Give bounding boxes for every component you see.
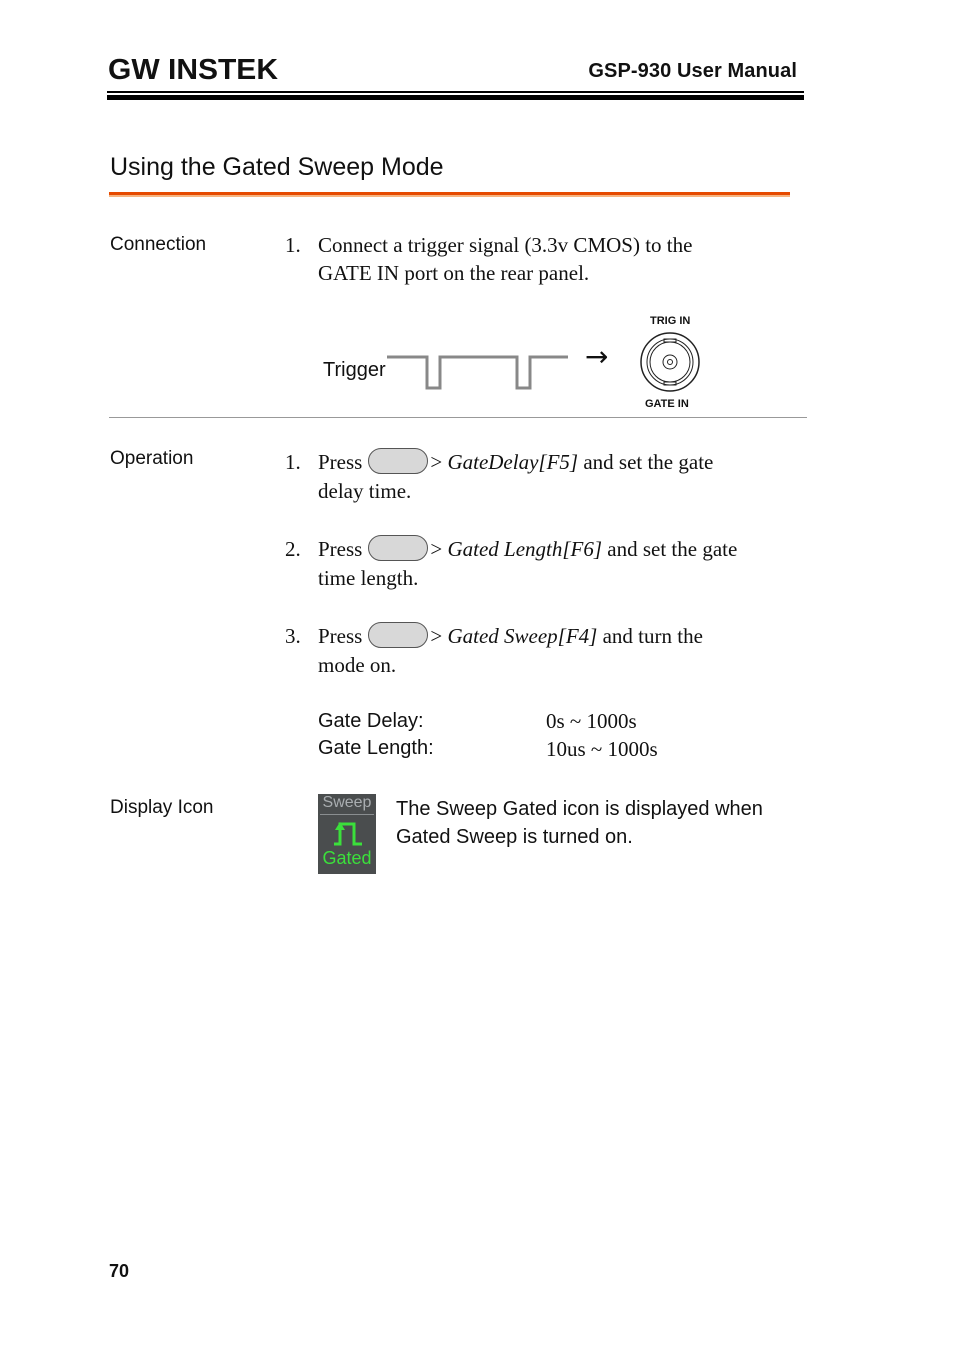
display-icon-label: Display Icon bbox=[110, 797, 214, 818]
spec-label-gate-length: Gate Length: bbox=[318, 737, 434, 759]
press-text: Press bbox=[318, 450, 363, 474]
waveform-line bbox=[387, 355, 568, 390]
step-rest: and set the gate bbox=[602, 537, 738, 561]
step-number: 3. bbox=[285, 624, 301, 648]
header-rule-thin bbox=[107, 91, 804, 93]
step-line1: Press > GateDelay[F5] and set the gate bbox=[318, 448, 798, 477]
brand-logo-icon: GW INSTEK bbox=[108, 54, 278, 86]
section-title: Using the Gated Sweep Mode bbox=[110, 153, 444, 181]
step-text-line2: GATE IN port on the rear panel. bbox=[318, 261, 590, 285]
sweep-gated-icon: Sweep Gated bbox=[318, 794, 376, 874]
spec-value-gate-length: 10us ~ 1000s bbox=[546, 737, 658, 761]
step-text-line1: Connect a trigger signal (3.3v CMOS) to … bbox=[318, 233, 693, 257]
description-line1: The Sweep Gated icon is displayed when bbox=[396, 798, 763, 820]
manual-title: GSP-930 User Manual bbox=[588, 60, 797, 82]
icon-sweep-text: Sweep bbox=[322, 794, 372, 811]
step-number: 1. bbox=[285, 450, 301, 474]
gt-symbol: > bbox=[430, 624, 443, 648]
softkey-gated-sweep: Gated Sweep[F4] bbox=[447, 624, 598, 648]
step-number: 1. bbox=[285, 233, 301, 257]
connection-label: Connection bbox=[110, 234, 207, 255]
step-rest: and set the gate bbox=[578, 450, 714, 474]
step-line2: time length. bbox=[318, 566, 419, 591]
icon-gated-text: Gated bbox=[322, 848, 372, 868]
spec-value-gate-delay: 0s ~ 1000s bbox=[546, 709, 637, 733]
display-icon-description: The Sweep Gated icon is displayed when G… bbox=[396, 795, 816, 851]
gt-symbol: > bbox=[430, 450, 443, 474]
step-number: 2. bbox=[285, 537, 301, 561]
front-panel-key-button[interactable] bbox=[368, 535, 429, 562]
gate-in-label: GATE IN bbox=[645, 398, 689, 410]
section-divider bbox=[109, 417, 807, 418]
description-line2: Gated Sweep is turned on. bbox=[396, 826, 633, 848]
softkey-gate-delay: GateDelay[F5] bbox=[447, 450, 579, 474]
softkey-gated-length: Gated Length[F6] bbox=[447, 537, 603, 561]
trigger-label: Trigger bbox=[323, 359, 386, 381]
icon-separator bbox=[320, 814, 374, 815]
front-panel-key-button[interactable] bbox=[368, 448, 429, 475]
brand-text: GW INSTEK bbox=[108, 55, 278, 83]
operation-label: Operation bbox=[110, 448, 194, 469]
header-rule-thick bbox=[107, 95, 804, 100]
section-rule-shadow bbox=[109, 195, 790, 197]
gated-pulse-icon bbox=[334, 822, 362, 846]
front-panel-key-button[interactable] bbox=[368, 622, 429, 649]
spec-label-gate-delay: Gate Delay: bbox=[318, 710, 424, 732]
gt-symbol: > bbox=[430, 537, 443, 561]
bnc-connector-icon bbox=[640, 332, 700, 392]
trigger-waveform-icon bbox=[387, 355, 568, 390]
step-line2: delay time. bbox=[318, 479, 412, 504]
step-rest: and turn the bbox=[597, 624, 703, 648]
page-number: 70 bbox=[109, 1261, 130, 1281]
gw-instek-logo: GW INSTEK bbox=[108, 54, 280, 86]
press-text: Press bbox=[318, 537, 363, 561]
step-line1: Press > Gated Sweep[F4] and turn the bbox=[318, 622, 798, 651]
step-line1: Press > Gated Length[F6] and set the gate bbox=[318, 535, 798, 564]
press-text: Press bbox=[318, 624, 363, 648]
arrow-icon: → bbox=[585, 340, 609, 373]
step-line2: mode on. bbox=[318, 653, 397, 678]
trig-in-label: TRIG IN bbox=[650, 315, 691, 327]
